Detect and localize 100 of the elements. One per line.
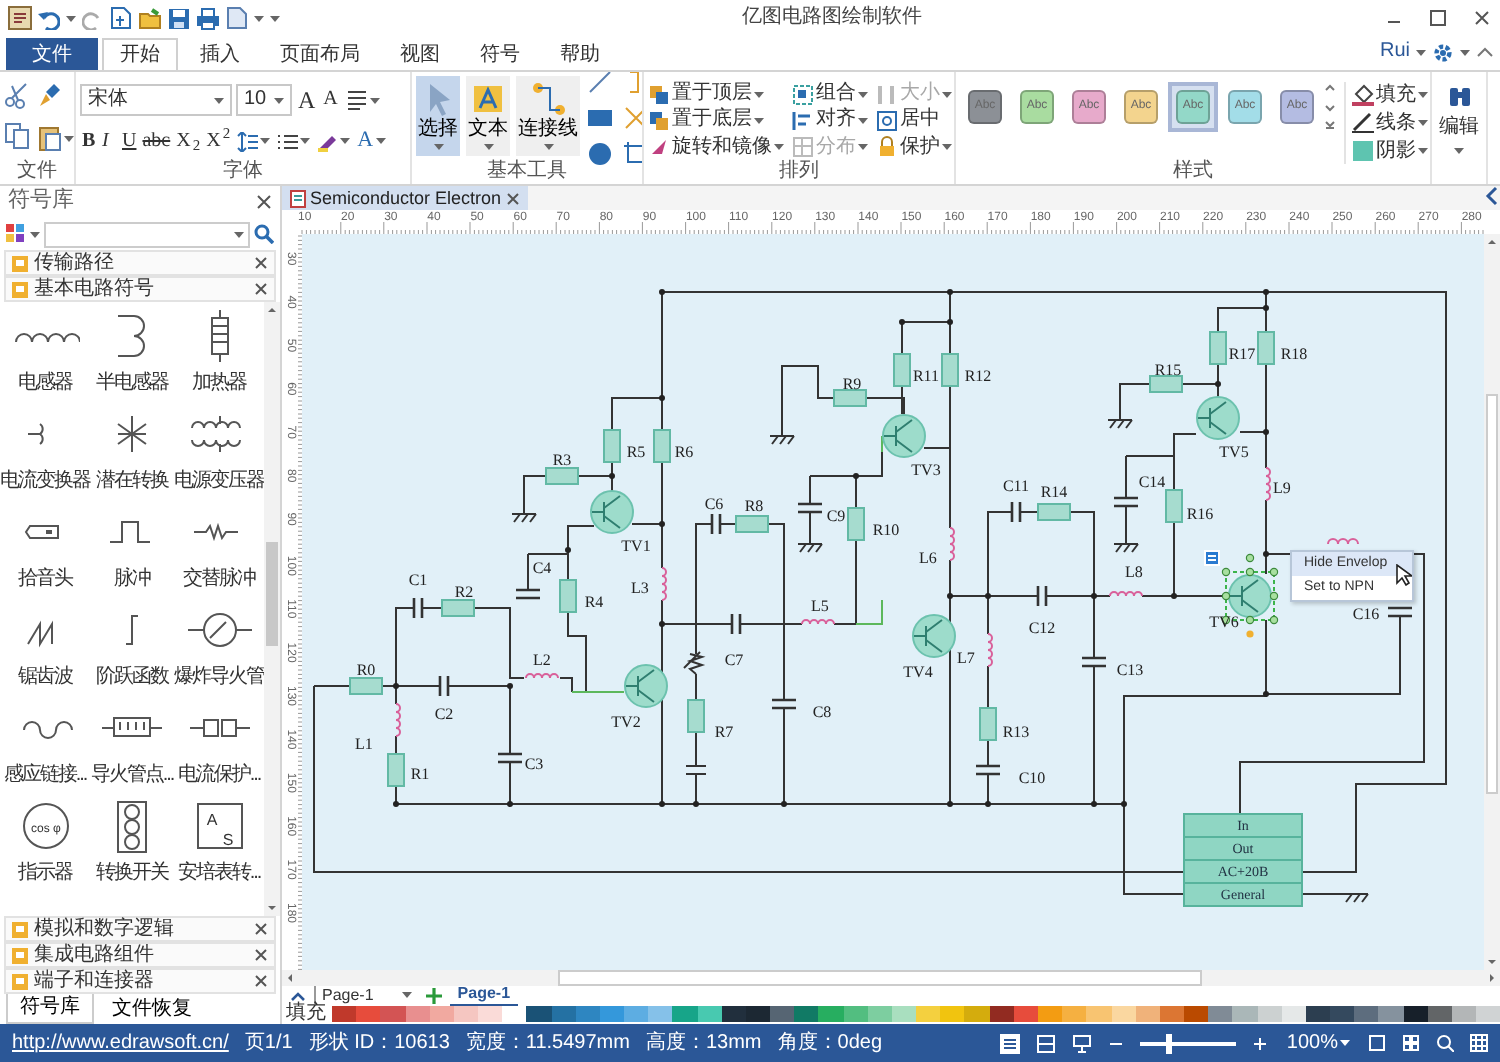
component-label: TV6	[1209, 613, 1239, 631]
menu-tab[interactable]: 页面布局	[262, 38, 378, 70]
website-link[interactable]: http://www.edrawsoft.cn/	[12, 1031, 229, 1055]
component-label: C10	[1018, 769, 1046, 787]
component-label: L2	[533, 651, 551, 669]
component-label: TV1	[621, 537, 651, 555]
group-label: 基本工具	[485, 160, 569, 184]
panel-title: 符号库	[8, 188, 76, 216]
component-label: R6	[674, 443, 694, 461]
arrange-option[interactable]: 保护	[900, 135, 940, 160]
symbol-label: 锯齿波	[18, 666, 72, 690]
component-label: TV5	[1219, 443, 1249, 461]
component-label: R0	[356, 661, 376, 679]
format-button[interactable]: B	[80, 129, 98, 154]
component-label: L6	[919, 549, 937, 567]
arrange-option[interactable]: 居中	[900, 108, 940, 133]
arrange-option[interactable]: 旋转和镜像	[672, 135, 772, 160]
symbol-label: 拾音头	[18, 568, 72, 592]
menu-tab[interactable]: 插入	[182, 38, 258, 70]
style-option[interactable]: 填充	[1376, 83, 1416, 107]
component-label: L7	[957, 649, 975, 667]
menu-tab[interactable]: 符号	[462, 38, 538, 70]
group-label: 排列	[777, 160, 821, 184]
component-label: C9	[826, 507, 846, 525]
symbol-label: 电流变换器	[0, 470, 90, 494]
symbol-label: 安培表转...	[177, 862, 261, 886]
shape-angle: 角度：0deg	[777, 1031, 883, 1055]
format-button[interactable]: U	[120, 129, 139, 154]
shrink-font-button[interactable]: A	[321, 88, 340, 113]
component-label: C6	[704, 495, 724, 513]
tool-button[interactable]: 连接线	[516, 76, 580, 156]
component-label: R15	[1154, 361, 1182, 379]
window-title: 亿图电路图绘制软件	[740, 6, 924, 30]
component-label: R7	[714, 723, 734, 741]
tool-button[interactable]: 选择	[416, 76, 460, 156]
component-label: R2	[454, 583, 474, 601]
symbol-label: 潜在转换	[96, 470, 168, 494]
component-label: C8	[812, 703, 832, 721]
component-label: R18	[1280, 345, 1308, 363]
arrange-option[interactable]: 对齐	[816, 108, 856, 133]
group-label: 文件	[15, 160, 59, 184]
shape-id: 形状 ID：10613	[308, 1031, 450, 1055]
component-label: L9	[1273, 479, 1291, 497]
edit-button[interactable]: 编辑	[1439, 116, 1479, 140]
component-label: R14	[1040, 483, 1068, 501]
menu-tab[interactable]: 文件	[6, 38, 98, 70]
symbol-label: 导火管点...	[90, 764, 174, 788]
style-option[interactable]: 阴影	[1376, 139, 1416, 163]
symbol-label: 加热器	[192, 372, 246, 396]
component-label: R17	[1228, 345, 1256, 363]
group-label: 字体	[221, 160, 265, 184]
menu-tab[interactable]: 视图	[382, 38, 458, 70]
format-button[interactable]: X$^{2}$	[204, 129, 233, 154]
symbol-label: 半电感器	[96, 372, 168, 396]
font-color-button[interactable]: A	[356, 128, 375, 155]
component-label: L8	[1125, 563, 1143, 581]
component-label: R10	[872, 521, 900, 539]
user-name[interactable]: Rui	[1379, 40, 1410, 64]
component-label: R5	[626, 443, 646, 461]
component-label: R1	[410, 765, 430, 783]
format-button[interactable]: I	[100, 129, 118, 154]
arrange-option[interactable]: 置于顶层	[672, 82, 752, 107]
shape-width: 宽度：11.5497mm	[465, 1031, 630, 1055]
component-label: R3	[552, 451, 572, 469]
arrange-option[interactable]: 置于底层	[672, 108, 752, 133]
symbol-label: 电感器	[18, 372, 72, 396]
format-button[interactable]: X$_{2}$	[174, 129, 203, 154]
grow-font-button[interactable]: A	[296, 86, 318, 115]
component-label: TV3	[911, 461, 941, 479]
component-label: C12	[1028, 619, 1056, 637]
component-label: C13	[1116, 661, 1144, 679]
panel-tab[interactable]: 符号库	[6, 994, 94, 1024]
panel-tab[interactable]: 文件恢复	[98, 994, 206, 1024]
component-label: TV4	[903, 663, 933, 681]
component-label: R12	[964, 367, 992, 385]
page-count: 页1/1	[244, 1031, 293, 1055]
format-button[interactable]: abc	[140, 129, 173, 154]
group-label: 样式	[1171, 160, 1215, 184]
zoom-level[interactable]: 100%	[1286, 1031, 1338, 1055]
tool-button[interactable]: 文本	[466, 76, 510, 156]
component-label: L3	[631, 579, 649, 597]
component-label: R4	[584, 593, 604, 611]
component-label: C16	[1352, 605, 1380, 623]
symbol-label: 转换开关	[96, 862, 168, 886]
symbol-label: 感应链接...	[3, 764, 87, 788]
component-label: R13	[1002, 723, 1030, 741]
symbol-label: 阶跃函数	[96, 666, 168, 690]
symbol-label: 指示器	[18, 862, 72, 886]
component-label: R11	[912, 367, 940, 385]
arrange-option[interactable]: 组合	[816, 82, 856, 107]
menu-tab[interactable]: 开始	[102, 38, 178, 70]
font-size-select[interactable]: 10	[236, 84, 292, 117]
symbol-label: 脉冲	[114, 568, 150, 592]
component-label: TV2	[611, 713, 641, 731]
component-label: R8	[744, 497, 764, 515]
component-label: C11	[1002, 477, 1030, 495]
style-option[interactable]: 线条	[1376, 111, 1416, 135]
font-select[interactable]: 宋体	[80, 84, 232, 117]
palette-label: 填充	[286, 1004, 326, 1024]
menu-tab[interactable]: 帮助	[542, 38, 618, 70]
